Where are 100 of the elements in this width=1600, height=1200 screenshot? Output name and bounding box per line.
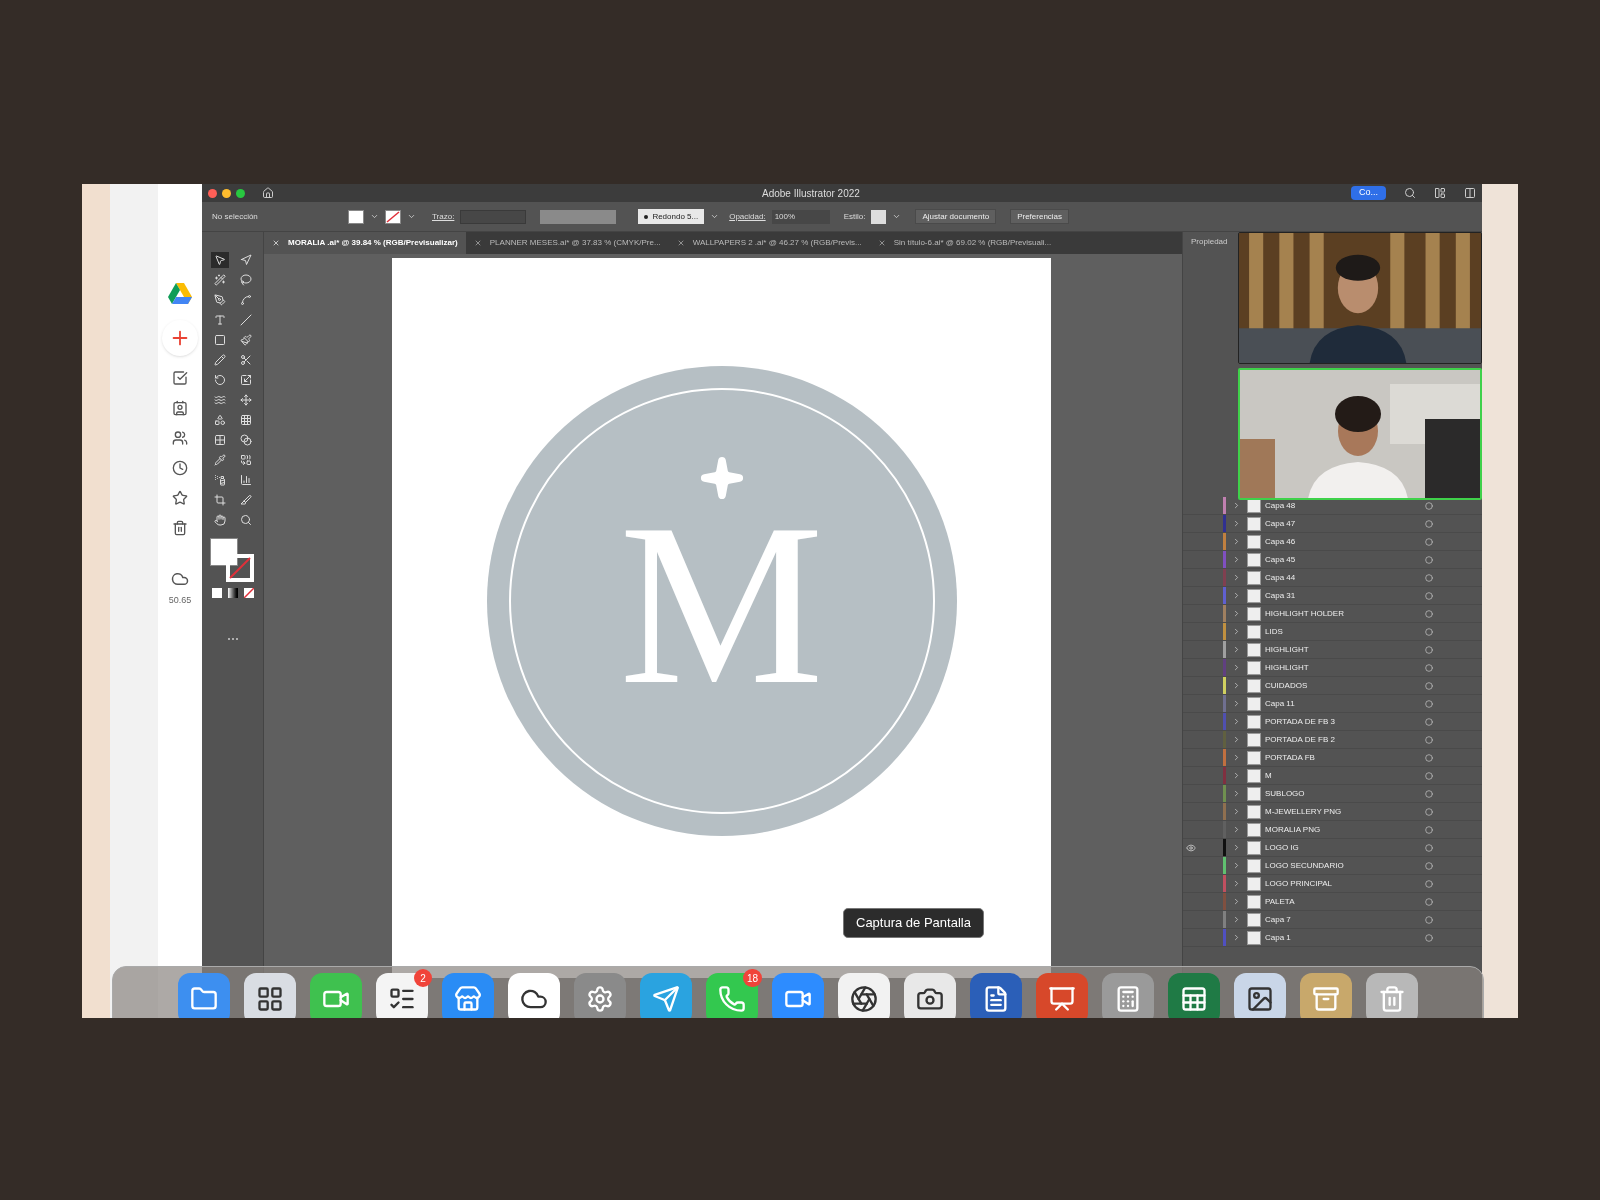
layer-row[interactable]: SUBLOGO <box>1183 785 1482 803</box>
close-icon[interactable] <box>676 239 685 247</box>
fill-swatch[interactable] <box>348 209 364 224</box>
stroke-weight-field[interactable] <box>460 209 527 224</box>
close-icon[interactable] <box>272 239 280 247</box>
layer-name[interactable]: PORTADA DE FB 3 <box>1265 715 1425 728</box>
caret-icon[interactable] <box>407 212 416 221</box>
send-app-icon[interactable] <box>640 973 692 1018</box>
clock-icon[interactable] <box>172 460 188 476</box>
layer-row[interactable]: PORTADA DE FB 2 <box>1183 731 1482 749</box>
spreadsheet-app-icon[interactable] <box>1168 973 1220 1018</box>
none-mode-swatch[interactable] <box>243 588 254 598</box>
layer-name[interactable]: Capa 11 <box>1265 697 1425 710</box>
gradient-mode-swatch[interactable] <box>227 588 238 598</box>
layer-name[interactable]: LOGO IG <box>1265 841 1425 854</box>
layer-name[interactable]: PORTADA DE FB 2 <box>1265 733 1425 746</box>
document-tab[interactable]: MORALIA .ai* @ 39.84 % (RGB/Previsualizar) <box>264 232 466 254</box>
caret-icon[interactable] <box>892 212 902 221</box>
layer-row[interactable]: HIGHLIGHT <box>1183 659 1482 677</box>
cloud-icon[interactable] <box>171 570 189 588</box>
store-app-icon[interactable] <box>442 973 494 1018</box>
layer-name[interactable]: HIGHLIGHT <box>1265 661 1425 674</box>
layer-name[interactable]: Capa 31 <box>1265 589 1425 602</box>
layer-name[interactable]: HIGHLIGHT <box>1265 643 1425 656</box>
layer-name[interactable]: Capa 7 <box>1265 913 1425 926</box>
layer-row[interactable]: PALETA <box>1183 893 1482 911</box>
close-icon[interactable] <box>473 239 482 247</box>
layer-name[interactable]: Capa 1 <box>1265 931 1425 944</box>
share-button[interactable]: Co... <box>1351 186 1386 200</box>
layer-name[interactable]: Capa 44 <box>1265 571 1425 584</box>
workspace-icon[interactable] <box>1434 187 1446 199</box>
document-tab[interactable]: WALLPAPERS 2 .ai* @ 46.27 % (RGB/Previs... <box>668 232 870 254</box>
layer-row[interactable]: Capa 1 <box>1183 929 1482 947</box>
new-button[interactable] <box>162 320 198 356</box>
layer-row[interactable]: Capa 11 <box>1183 695 1482 713</box>
layer-row[interactable]: MORALIA PNG <box>1183 821 1482 839</box>
document-app-icon[interactable] <box>970 973 1022 1018</box>
camera-app-icon[interactable] <box>904 973 956 1018</box>
zoom-button[interactable] <box>236 188 245 198</box>
layer-name[interactable]: CUIDADOS <box>1265 679 1425 692</box>
layer-name[interactable]: M <box>1265 769 1425 782</box>
layer-name[interactable]: Capa 46 <box>1265 535 1425 548</box>
layer-row[interactable]: Capa 47 <box>1183 515 1482 533</box>
stroke-color-swatch[interactable] <box>225 554 254 582</box>
archive-app-icon[interactable] <box>1300 973 1352 1018</box>
search-icon[interactable] <box>1404 187 1416 199</box>
fill-color-swatch[interactable] <box>209 538 238 566</box>
stroke-none-swatch[interactable] <box>385 209 401 224</box>
layer-name[interactable]: LIDS <box>1265 625 1425 638</box>
layer-name[interactable]: PALETA <box>1265 895 1425 908</box>
layer-row[interactable]: Capa 44 <box>1183 569 1482 587</box>
layer-row[interactable]: HIGHLIGHT HOLDER <box>1183 605 1482 623</box>
layer-row[interactable]: Capa 31 <box>1183 587 1482 605</box>
layer-name[interactable]: Capa 47 <box>1265 517 1425 530</box>
layer-row[interactable]: Capa 7 <box>1183 911 1482 929</box>
trash-icon[interactable] <box>172 520 188 536</box>
layer-row[interactable]: M <box>1183 767 1482 785</box>
layer-row[interactable]: LOGO PRINCIPAL <box>1183 875 1482 893</box>
presentation-app-icon[interactable] <box>1036 973 1088 1018</box>
video-app-icon[interactable] <box>310 973 362 1018</box>
layer-row[interactable]: PORTADA DE FB 3 <box>1183 713 1482 731</box>
home-icon[interactable] <box>262 187 274 199</box>
layer-row[interactable]: Capa 46 <box>1183 533 1482 551</box>
caret-icon[interactable] <box>710 212 720 221</box>
layer-row[interactable]: Capa 45 <box>1183 551 1482 569</box>
video-camera-app-icon[interactable] <box>772 973 824 1018</box>
document-tab[interactable]: PLANNER MESES.ai* @ 37.83 % (CMYK/Pre... <box>465 232 669 254</box>
layer-row[interactable]: PORTADA FB <box>1183 749 1482 767</box>
phone-app-icon[interactable] <box>706 973 758 1018</box>
contact-card-icon[interactable] <box>172 400 188 416</box>
settings-app-icon[interactable] <box>574 973 626 1018</box>
layer-row[interactable]: M-JEWELLERY PNG <box>1183 803 1482 821</box>
layer-name[interactable]: MORALIA PNG <box>1265 823 1425 836</box>
layer-name[interactable]: Capa 45 <box>1265 553 1425 566</box>
layer-name[interactable]: Capa 48 <box>1265 499 1425 512</box>
layer-row[interactable]: LOGO SECUNDARIO <box>1183 857 1482 875</box>
toolbar-button[interactable]: Ajustar documento <box>915 209 997 224</box>
layer-name[interactable]: HIGHLIGHT HOLDER <box>1265 607 1425 620</box>
toolbar-button[interactable]: Preferencias <box>1010 209 1070 224</box>
close-button[interactable] <box>208 188 217 198</box>
checklist-app-icon[interactable] <box>376 973 428 1018</box>
layer-row[interactable]: CUIDADOS <box>1183 677 1482 695</box>
brush-dropdown[interactable]: Redondo 5... <box>638 209 705 224</box>
selection-tool-icon[interactable] <box>210 252 229 268</box>
layer-name[interactable]: PORTADA FB <box>1265 751 1425 764</box>
eye-icon[interactable] <box>1186 842 1196 853</box>
layer-name[interactable]: M-JEWELLERY PNG <box>1265 805 1425 818</box>
folder-app-icon[interactable] <box>178 973 230 1018</box>
star-icon[interactable] <box>172 490 188 506</box>
checkbox-icon[interactable] <box>172 370 188 386</box>
caret-icon[interactable] <box>370 212 379 221</box>
browser-app-icon[interactable] <box>838 973 890 1018</box>
color-mode-swatch[interactable] <box>211 588 222 598</box>
layer-row[interactable]: HIGHLIGHT <box>1183 641 1482 659</box>
trash-app-icon[interactable] <box>1366 973 1418 1018</box>
minimize-button[interactable] <box>222 188 231 198</box>
close-icon[interactable] <box>877 239 886 247</box>
layer-row[interactable]: LOGO IG <box>1183 839 1482 857</box>
cloud-app-icon[interactable] <box>508 973 560 1018</box>
layer-row[interactable]: LIDS <box>1183 623 1482 641</box>
